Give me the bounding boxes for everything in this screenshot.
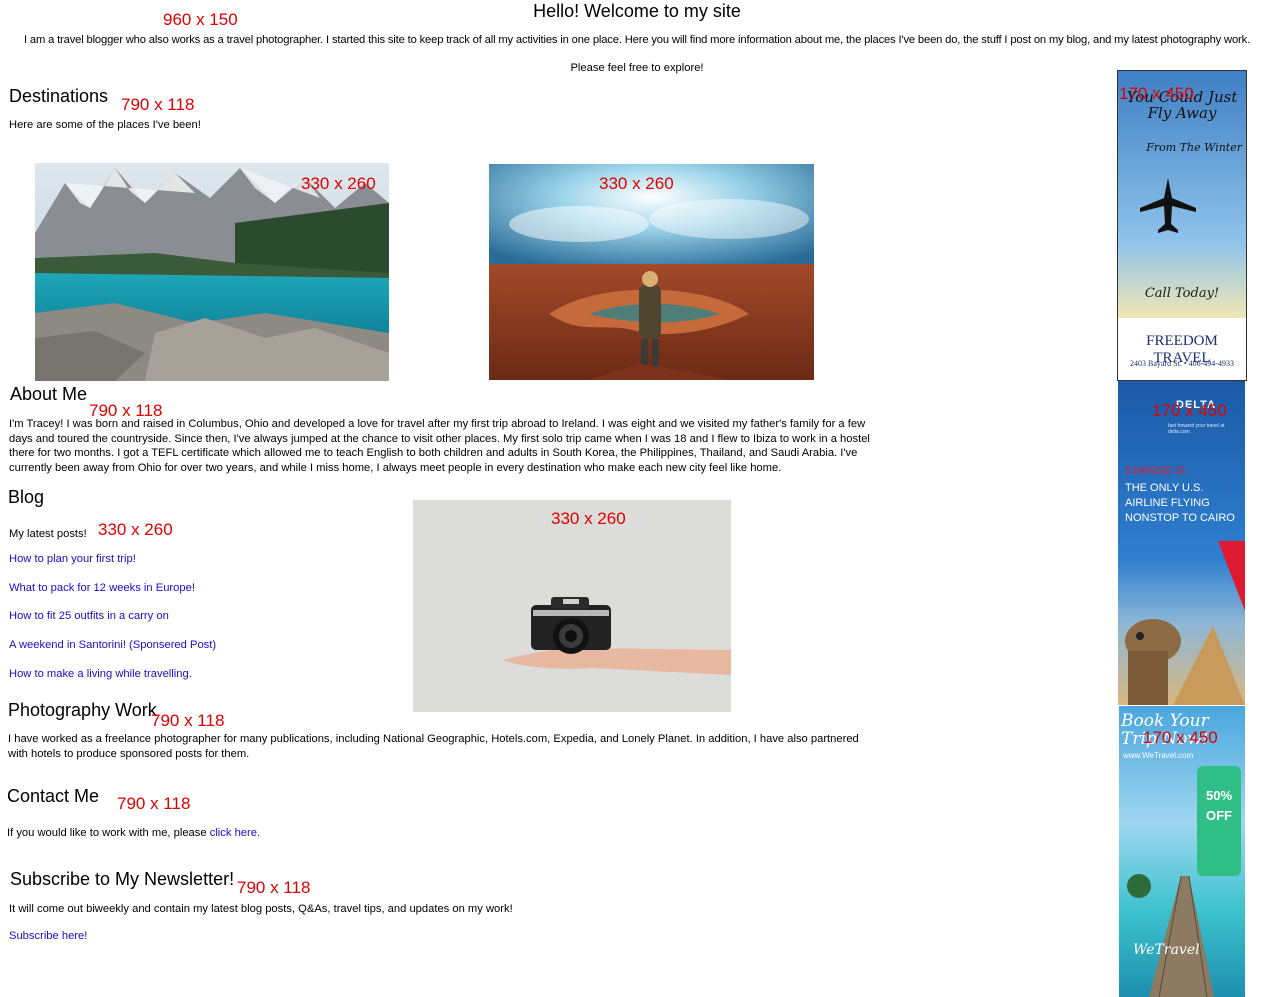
blog-photo-dim-label: 330 x 260 xyxy=(551,509,626,528)
photography-dim-label: 790 x 118 xyxy=(151,711,225,730)
subscribe-link[interactable]: Subscribe here! xyxy=(9,930,87,942)
ad2-headline: THE ONLY U.S. AIRLINE FLYING NONSTOP TO … xyxy=(1125,482,1235,524)
destinations-text: Here are some of the places I've been! xyxy=(9,119,201,131)
destinations-heading: Destinations xyxy=(9,86,109,106)
ad1-address: 2403 Bayard St. • 406-494-4933 xyxy=(1130,359,1234,368)
newsletter-text: It will come out biweekly and contain my… xyxy=(9,903,513,915)
contact-text-label: If you would like to work with me, pleas… xyxy=(7,827,210,839)
ad1-dim-label: 170 x 450 xyxy=(1119,84,1194,103)
camel-pyramid-image xyxy=(1125,619,1245,705)
camera-hand-image xyxy=(413,500,731,712)
ad1-cta: Call Today! xyxy=(1144,286,1220,301)
photography-text: I have worked as a freelance photographe… xyxy=(8,733,859,760)
blog-photo-camera xyxy=(413,500,731,712)
contact-link[interactable]: click here. xyxy=(210,827,260,839)
page-title: Hello! Welcome to my site xyxy=(533,1,741,21)
canyon-image xyxy=(489,164,814,380)
ad-wetravel[interactable]: Book Your Trip Now! www.WeTravel.com 50%… xyxy=(1119,706,1245,997)
blog-post-link[interactable]: How to fit 25 outfits in a carry on xyxy=(9,610,169,622)
ad-freedom-travel[interactable]: You Could Just Fly Away From The Winter … xyxy=(1117,70,1247,381)
blog-heading: Blog xyxy=(8,487,45,507)
airplane-icon xyxy=(1140,178,1196,233)
ad2-tag: fast forward your travel at delta.com xyxy=(1168,423,1225,435)
destinations-dim-label: 790 x 118 xyxy=(121,95,195,114)
newsletter-dim-label: 790 x 118 xyxy=(237,878,311,897)
pier-image xyxy=(1127,874,1214,997)
blog-post-link[interactable]: What to pack for 12 weeks in Europe! xyxy=(9,582,195,594)
photography-heading: Photography Work xyxy=(8,700,157,720)
ad-delta[interactable]: DELTA fast forward your travel at delta.… xyxy=(1118,381,1245,705)
lake-mountain-image xyxy=(35,163,389,381)
photo2-dim-label: 330 x 260 xyxy=(599,174,674,193)
destination-photo-lake xyxy=(35,163,389,381)
ad1-sub: From The Winter xyxy=(1146,141,1242,154)
photo1-dim-label: 330 x 260 xyxy=(301,174,376,193)
destination-photo-canyon xyxy=(489,164,814,380)
about-heading: About Me xyxy=(10,384,88,404)
intro-text: I am a travel blogger who also works as … xyxy=(23,34,1251,46)
ad2-dim-label: 170 x 450 xyxy=(1152,401,1227,420)
contact-text: If you would like to work with me, pleas… xyxy=(7,826,260,841)
blog-post-link[interactable]: How to plan your first trip! xyxy=(9,553,136,565)
intro-text-explore: Please feel free to explore! xyxy=(570,62,704,74)
ad3-dim-label: 170 x 450 xyxy=(1143,728,1218,747)
ad2-kicker: CHANGE IS xyxy=(1125,465,1186,477)
blog-post-link[interactable]: A weekend in Santorini! (Sponsered Post) xyxy=(9,639,216,651)
ad3-brand: WeTravel xyxy=(1133,942,1200,958)
blog-post-link[interactable]: How to make a living while travelling. xyxy=(9,668,192,680)
blog-latest-text: My latest posts! xyxy=(9,528,87,540)
about-text: I'm Tracey! I was born and raised in Col… xyxy=(9,418,870,474)
contact-heading: Contact Me xyxy=(7,786,100,806)
newsletter-heading: Subscribe to My Newsletter! xyxy=(10,869,235,889)
contact-dim-label: 790 x 118 xyxy=(117,794,191,813)
ad3-url: www.WeTravel.com xyxy=(1123,751,1194,760)
blog-dim-label: 330 x 260 xyxy=(98,520,173,539)
